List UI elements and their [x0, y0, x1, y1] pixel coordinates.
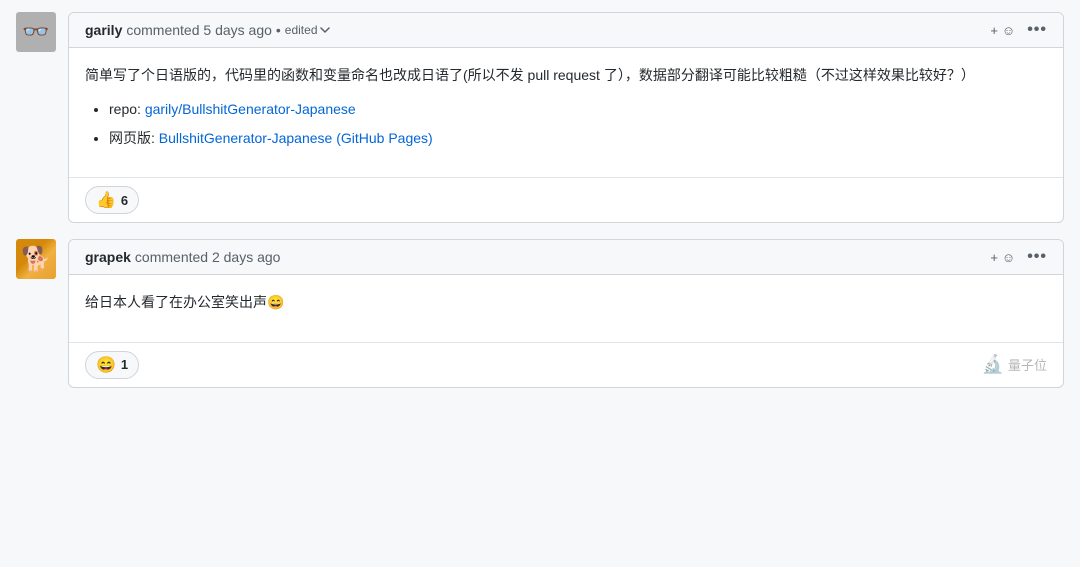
comment-header-right-2: + ☺ •••	[990, 248, 1047, 266]
avatar-garily: 👓	[16, 12, 56, 52]
plus-label-1: +	[990, 23, 998, 38]
list-prefix-1-0: repo:	[109, 101, 145, 117]
more-options-button-1[interactable]: •••	[1027, 21, 1047, 39]
comments-container: 👓 garily commented 5 days ago • edited	[0, 0, 1080, 567]
add-reaction-button-2[interactable]: + ☺	[990, 250, 1015, 265]
avatar-grapek: 🐕	[16, 239, 56, 279]
username-2: grapek	[85, 249, 131, 265]
reaction-count-thumbsup-1: 6	[121, 193, 128, 208]
watermark-logo: 🔬	[982, 354, 1004, 375]
comment-box-1: garily commented 5 days ago • edited + ☺	[68, 12, 1064, 223]
comment-box-2: grapek commented 2 days ago + ☺ ••• 给日本人…	[68, 239, 1064, 387]
comment-text-2: 给日本人看了在办公室笑出声😄	[85, 291, 1047, 313]
commented-meta-1: commented 5 days ago	[126, 22, 272, 38]
reaction-emoji-thumbsup-1: 👍	[96, 190, 116, 210]
plus-label-2: +	[990, 250, 998, 265]
comment-header-right-1: + ☺ •••	[990, 21, 1047, 39]
comment-wrapper-2: 🐕 grapek commented 2 days ago + ☺ ••• 给日…	[16, 239, 1064, 387]
reaction-icon-1: ☺	[1002, 23, 1015, 38]
reaction-pill-smile-2[interactable]: 😄 1	[85, 351, 139, 379]
edited-dropdown-1[interactable]: edited	[285, 23, 330, 37]
comment-list-1: repo: garily/BullshitGenerator-Japanese …	[85, 98, 1047, 149]
list-prefix-1-1: 网页版:	[109, 130, 159, 146]
comment-wrapper-1: 👓 garily commented 5 days ago • edited	[16, 12, 1064, 223]
reaction-icon-2: ☺	[1002, 250, 1015, 265]
edited-label-1: edited	[285, 23, 318, 37]
avatar-emoji-garily: 👓	[22, 19, 49, 45]
reaction-count-smile-2: 1	[121, 357, 128, 372]
comment-reactions-1: 👍 6	[69, 177, 1063, 222]
add-reaction-button-1[interactable]: + ☺	[990, 23, 1015, 38]
list-item-1-1: 网页版: BullshitGenerator-Japanese (GitHub …	[109, 127, 1047, 149]
comment-text-1: 简单写了个日语版的，代码里的函数和变量命名也改成日语了(所以不发 pull re…	[85, 64, 1047, 86]
commented-meta-2: commented 2 days ago	[135, 249, 281, 265]
comment-body-2: 给日本人看了在办公室笑出声😄	[69, 275, 1063, 341]
comment-header-left-1: garily commented 5 days ago • edited	[85, 22, 330, 38]
comment-header-2: grapek commented 2 days ago + ☺ •••	[69, 240, 1063, 275]
reaction-emoji-smile-2: 😄	[96, 355, 116, 375]
watermark: 🔬 量子位	[982, 354, 1047, 375]
avatar-emoji-grapek: 🐕	[21, 245, 51, 274]
reaction-pill-thumbsup-1[interactable]: 👍 6	[85, 186, 139, 214]
list-link-1-1[interactable]: BullshitGenerator-Japanese (GitHub Pages…	[159, 130, 433, 146]
list-link-1-0[interactable]: garily/BullshitGenerator-Japanese	[145, 101, 356, 117]
comment-body-1: 简单写了个日语版的，代码里的函数和变量命名也改成日语了(所以不发 pull re…	[69, 48, 1063, 177]
comment-header-left-2: grapek commented 2 days ago	[85, 249, 280, 265]
bullet-separator-1: •	[276, 22, 281, 38]
username-1: garily	[85, 22, 122, 38]
watermark-text: 量子位	[1008, 355, 1047, 374]
chevron-down-icon-1	[320, 25, 330, 35]
list-item-1-0: repo: garily/BullshitGenerator-Japanese	[109, 98, 1047, 120]
more-options-button-2[interactable]: •••	[1027, 248, 1047, 266]
comment-reactions-2: 😄 1 🔬 量子位	[69, 342, 1063, 387]
comment-header-1: garily commented 5 days ago • edited + ☺	[69, 13, 1063, 48]
